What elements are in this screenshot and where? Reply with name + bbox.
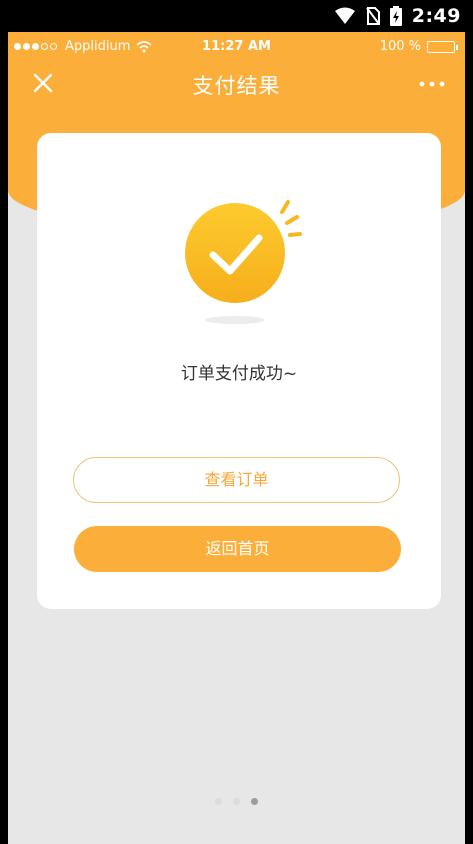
- battery-icon: [427, 40, 458, 53]
- page-dot[interactable]: [215, 798, 222, 805]
- wifi-icon: [334, 7, 355, 24]
- page-dot-active[interactable]: [251, 798, 258, 805]
- battery-charging-icon: [389, 6, 402, 26]
- payment-result-card: 订单支付成功~ 查看订单 返回首页: [37, 133, 441, 609]
- page-title: 支付结果: [192, 74, 281, 98]
- ios-status-right: 100 %: [379, 39, 458, 54]
- back-home-button[interactable]: 返回首页: [74, 526, 401, 572]
- navigation-bar: 支付结果: [8, 62, 465, 106]
- no-sim-icon: [365, 7, 380, 25]
- ios-status-bar: Applidium 11:27 AM 100 %: [8, 32, 465, 62]
- android-status-bar: 2:49: [0, 0, 473, 32]
- page-dot[interactable]: [233, 798, 240, 805]
- more-options-icon[interactable]: [417, 72, 447, 96]
- battery-percent: 100 %: [379, 39, 421, 54]
- app-screen: Applidium 11:27 AM 100 % 支付结果 订单支付成功~ 查看…: [8, 32, 465, 844]
- success-check-icon: [185, 200, 302, 324]
- page-indicator: [8, 798, 465, 805]
- view-order-button[interactable]: 查看订单: [73, 457, 400, 503]
- android-status-icons: 2:49: [334, 0, 461, 32]
- android-clock: 2:49: [411, 5, 461, 27]
- payment-success-message: 订单支付成功~: [180, 364, 298, 384]
